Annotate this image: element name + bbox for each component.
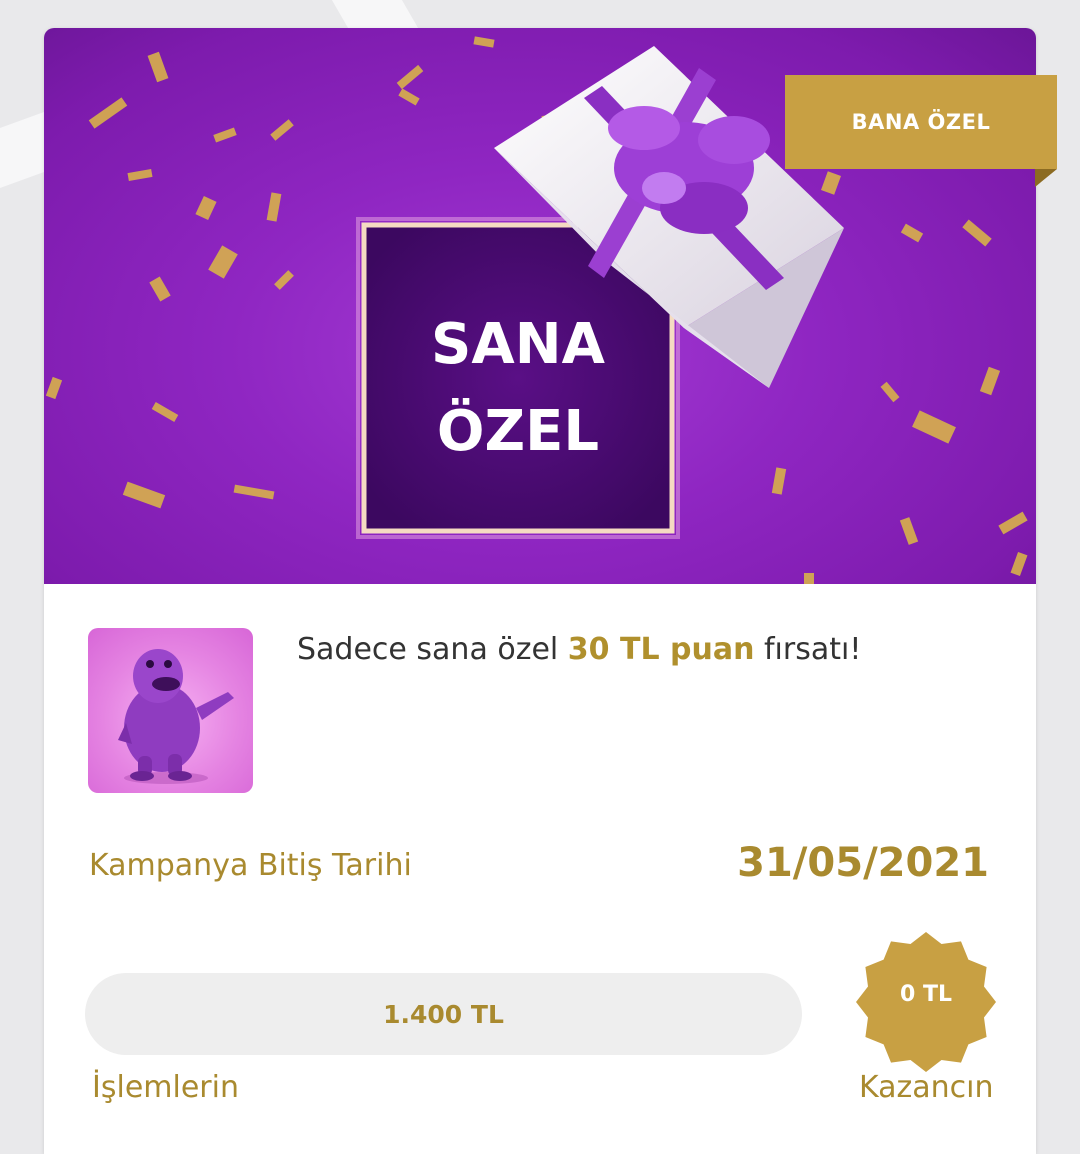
badge-fold	[1035, 169, 1057, 187]
progress-value: 1.400 TL	[383, 999, 504, 1029]
offer-text-after: fırsatı!	[754, 632, 862, 667]
bana-ozel-badge: BANA ÖZEL	[785, 75, 1057, 169]
earnings-value: 0 TL	[900, 982, 952, 1007]
offer-highlight: 30 TL puan	[567, 632, 755, 667]
transactions-label: İşlemlerin	[92, 1070, 239, 1105]
earnings-label: Kazancın	[859, 1070, 994, 1105]
offer-headline: Sadece sana özel 30 TL puan fırsatı!	[297, 632, 997, 667]
banner-headline-line2: ÖZEL	[437, 399, 599, 464]
purple-mascot-icon	[118, 649, 234, 784]
campaign-end-date: 31/05/2021	[737, 840, 989, 886]
background-stripe	[331, 0, 419, 28]
banner-headline-line1: SANA	[431, 312, 606, 377]
transactions-progress-bar: 1.400 TL	[85, 973, 802, 1055]
campaign-end-label: Kampanya Bitiş Tarihi	[89, 848, 412, 883]
offer-text-before: Sadece sana özel	[297, 632, 568, 667]
offer-thumbnail	[88, 628, 253, 793]
background-stripe	[0, 111, 44, 189]
campaign-card[interactable]: SANA ÖZEL BANA ÖZEL Sadece sana özel 30 …	[44, 28, 1057, 1154]
